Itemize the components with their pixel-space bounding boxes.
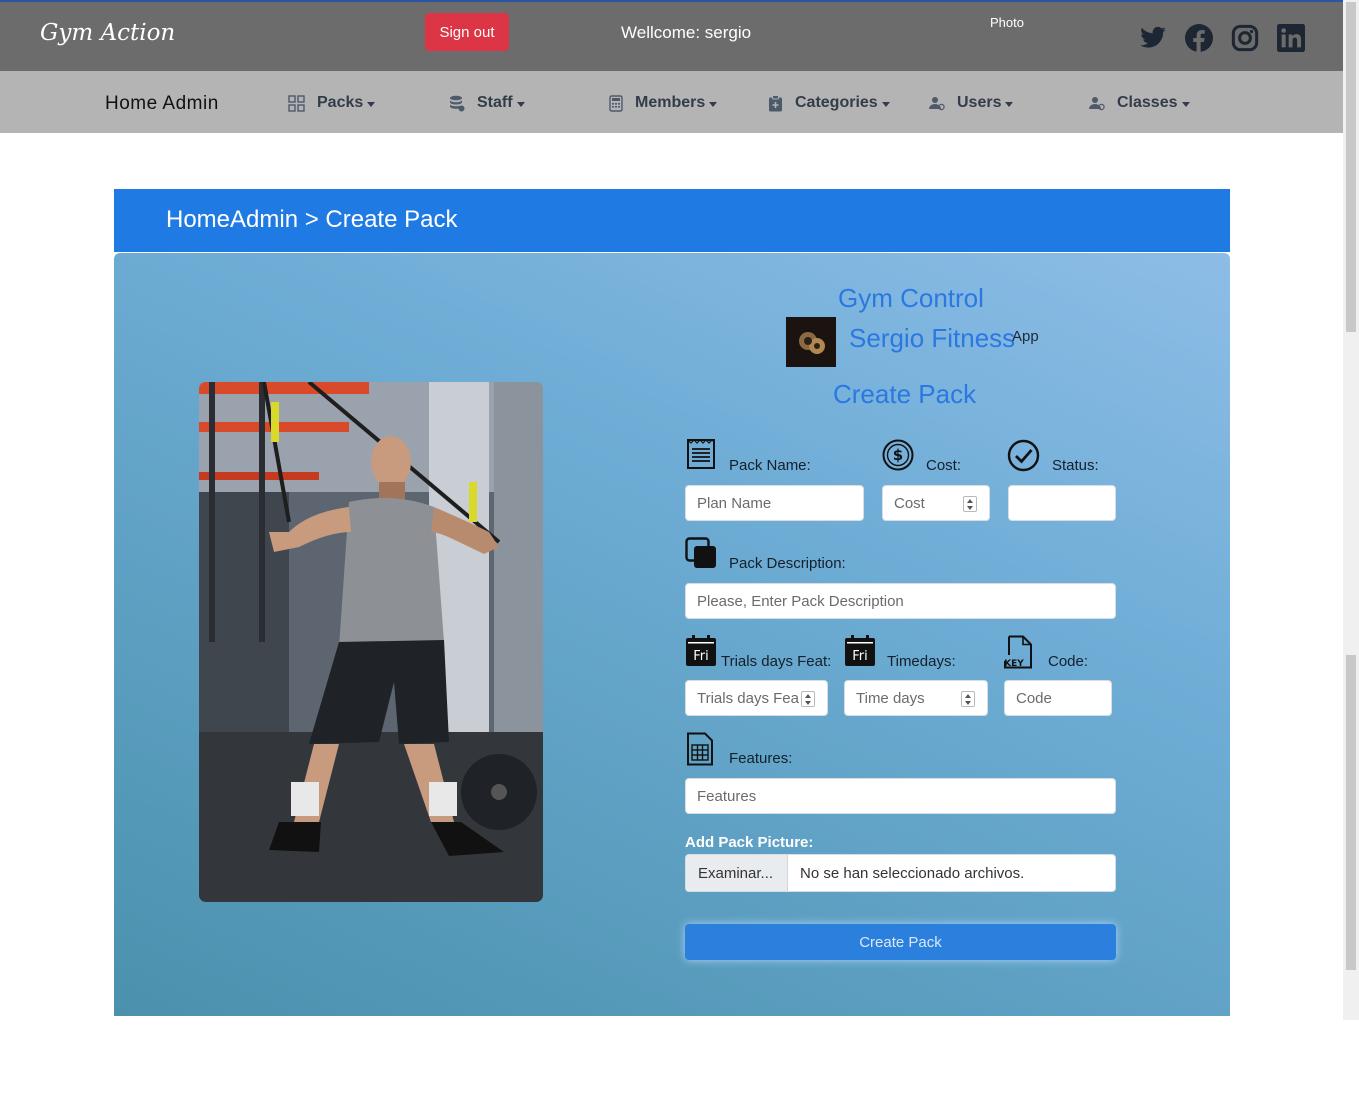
calendar-day-text: Fri	[693, 649, 709, 664]
copy-icon	[685, 537, 716, 568]
nav-classes-label: Classes	[1117, 94, 1178, 111]
trials-label: Trials days Feat:	[721, 653, 832, 670]
file-status-text: No se han seleccionado archivos.	[800, 864, 1025, 882]
welcome-text: Wellcome: sergio	[621, 23, 752, 42]
clipboard-icon	[769, 94, 782, 111]
nav-users-label: Users	[957, 94, 1002, 111]
calendar-icon: Fri	[686, 635, 716, 666]
nav-packs-label: Packs	[317, 94, 364, 111]
trials-stepper[interactable]	[801, 691, 815, 707]
receipt-icon	[687, 439, 715, 469]
app-suffix: App	[1012, 328, 1039, 345]
chevron-down-icon	[709, 101, 718, 107]
code-input[interactable]: Code	[1004, 680, 1112, 716]
code-label: Code:	[1048, 653, 1089, 670]
cost-label: Cost:	[926, 457, 962, 474]
breadcrumb: HomeAdmin > Create Pack	[114, 189, 1230, 252]
chevron-down-icon	[881, 101, 890, 107]
grid-icon	[288, 94, 305, 112]
brand-logo-text[interactable]: Gym Action	[40, 20, 175, 46]
features-label: Features:	[729, 750, 793, 767]
top-header: Gym Action Sign out Wellcome: sergio Pho…	[0, 0, 1343, 71]
calculator-icon	[609, 94, 623, 112]
chevron-down-icon	[1005, 101, 1014, 107]
status-label: Status:	[1052, 457, 1099, 474]
calendar-day-text: Fri	[852, 649, 868, 664]
linkedin-icon[interactable]	[1277, 24, 1305, 52]
cost-placeholder: Cost	[894, 494, 925, 512]
key-text: KEY	[1004, 659, 1024, 669]
trials-placeholder: Trials days Feat	[697, 689, 799, 707]
nav-members-label: Members	[635, 94, 706, 111]
chevron-down-icon	[516, 101, 525, 107]
nav-staff-dropdown[interactable]: Staff	[449, 94, 525, 112]
create-pack-button[interactable]: Create Pack	[685, 924, 1116, 960]
coins-icon	[450, 95, 465, 111]
check-circle-icon	[1007, 439, 1040, 472]
app-name: Sergio Fitness	[849, 323, 1016, 353]
timedays-input[interactable]: Time days	[844, 680, 988, 716]
pack-name-input[interactable]: Plan Name	[685, 485, 864, 521]
pack-picture-file-input[interactable]: Examinar... No se han seleccionado archi…	[685, 854, 1116, 892]
svg-text:$: $	[893, 446, 903, 464]
twitter-icon[interactable]	[1139, 24, 1167, 52]
calendar-icon: Fri	[845, 635, 875, 666]
features-input[interactable]: Features	[685, 778, 1116, 814]
nav-members-dropdown[interactable]: Members	[609, 94, 718, 112]
timedays-placeholder: Time days	[856, 689, 925, 707]
facebook-icon[interactable]	[1185, 24, 1213, 52]
browse-button[interactable]: Examinar...	[686, 855, 788, 891]
gym-control-title: Gym Control	[838, 283, 984, 313]
trials-input[interactable]: Trials days Feat	[685, 680, 828, 716]
form-title: Create Pack	[833, 379, 977, 409]
scrollbar-thumb[interactable]	[1346, 2, 1356, 332]
sim-card-icon	[687, 732, 713, 766]
chevron-down-icon	[367, 101, 376, 107]
gym-athlete-photo	[199, 382, 543, 902]
dollar-icon: $	[882, 439, 914, 471]
chevron-down-icon	[1181, 101, 1190, 107]
user-photo-placeholder: Photo	[990, 15, 1024, 30]
nav-staff-label: Staff	[477, 94, 513, 111]
cost-input[interactable]: Cost	[882, 485, 990, 521]
users-icon	[1089, 96, 1105, 110]
instagram-icon[interactable]	[1231, 24, 1259, 52]
main-navbar: Home Admin Packs Staff Members Categorie…	[0, 71, 1343, 133]
status-input[interactable]	[1008, 485, 1116, 521]
pack-picture-label: Add Pack Picture:	[685, 834, 814, 851]
cost-stepper[interactable]	[963, 496, 977, 512]
breadcrumb-text[interactable]: HomeAdmin > Create Pack	[166, 206, 457, 234]
nav-users-dropdown[interactable]: Users	[929, 94, 1014, 112]
description-label: Pack Description:	[729, 555, 846, 572]
nav-categories-label: Categories	[795, 94, 878, 111]
scrollbar-thumb-lower[interactable]	[1346, 655, 1356, 970]
nav-classes-dropdown[interactable]: Classes	[1089, 94, 1190, 112]
timedays-label: Timedays:	[887, 653, 956, 670]
sign-out-button[interactable]: Sign out	[425, 13, 509, 51]
app-logo-icon	[786, 317, 836, 367]
nav-categories-dropdown[interactable]: Categories	[768, 94, 890, 112]
users-icon	[929, 96, 945, 110]
timedays-stepper[interactable]	[961, 691, 975, 707]
key-file-icon: KEY	[1004, 635, 1032, 669]
pack-name-label: Pack Name:	[729, 457, 811, 474]
description-input[interactable]: Please, Enter Pack Description	[685, 583, 1116, 619]
nav-packs-dropdown[interactable]: Packs	[288, 94, 376, 112]
nav-home-admin[interactable]: Home Admin	[105, 93, 219, 115]
